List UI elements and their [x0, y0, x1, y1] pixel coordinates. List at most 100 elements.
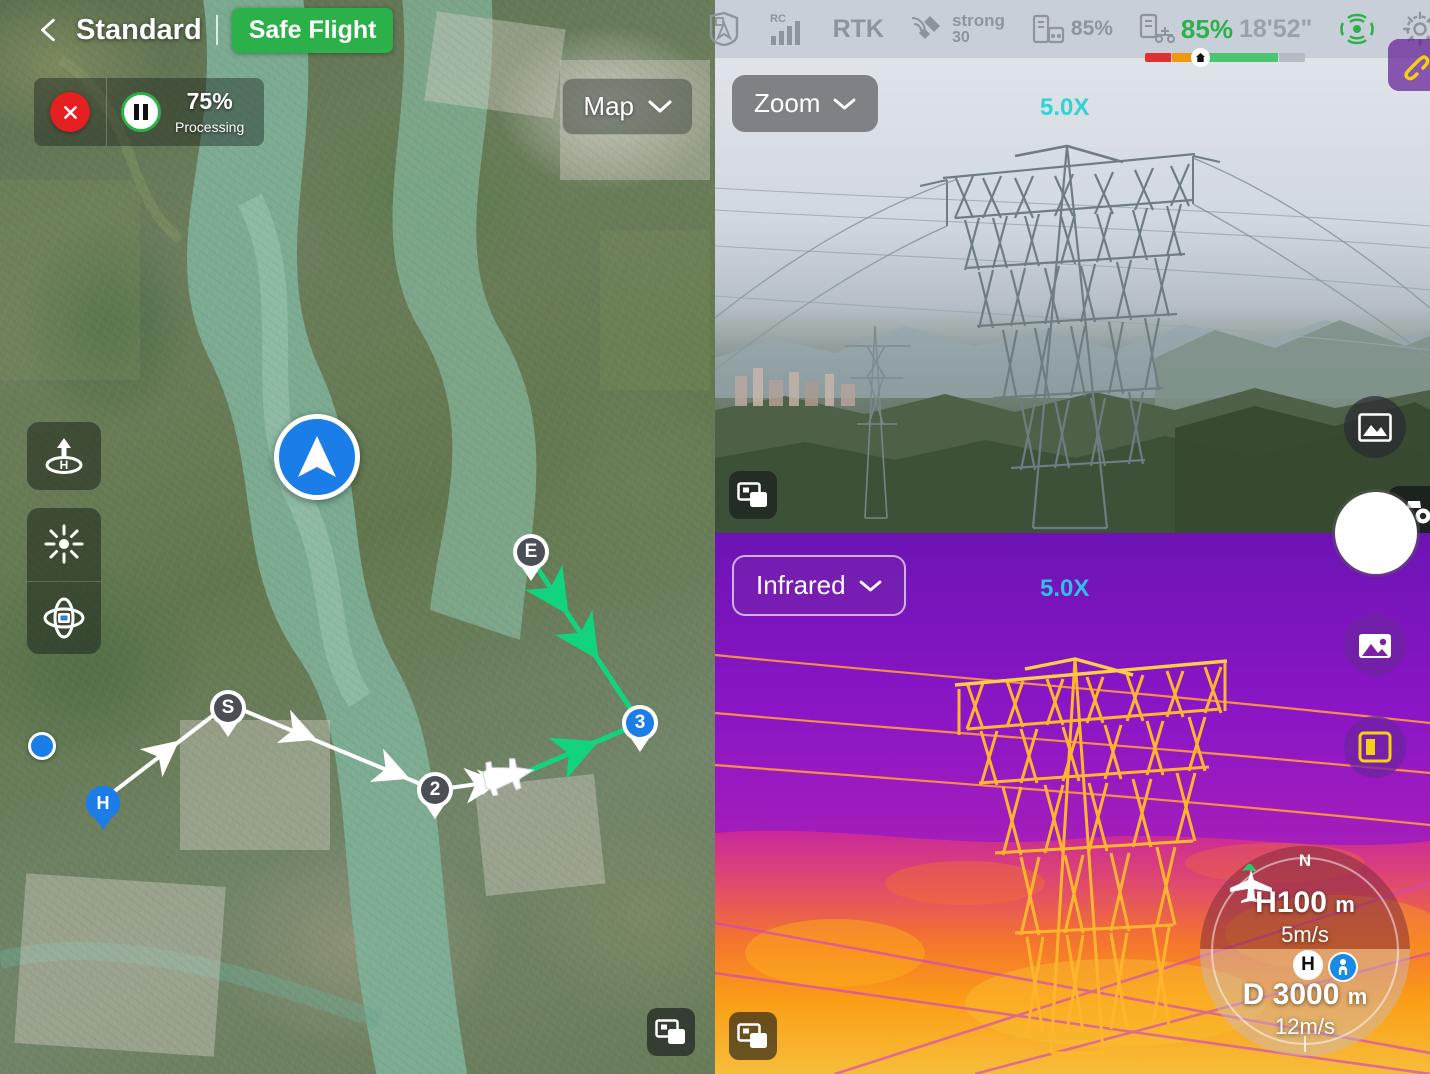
shutter-button[interactable]	[1335, 492, 1417, 574]
split-screen-icon	[1358, 731, 1392, 763]
compass-widget[interactable]: N H100 m 5m/s H D 3000 m 12m/s	[1200, 846, 1410, 1056]
link-chain-icon	[1404, 55, 1430, 81]
person-icon	[1338, 959, 1348, 975]
mission-pause-button[interactable]	[121, 92, 161, 132]
camera-panel: RC RTK strong 30 85% 85% 18'52" Zoom 5.0…	[709, 0, 1430, 1074]
status-flight-area-map[interactable]	[707, 11, 741, 47]
map-type-selector[interactable]: Map	[562, 78, 693, 135]
drone-gcs-app: S 2 3 E H Standard Safe Flight 75% Proce…	[0, 0, 1430, 1074]
map-tools-group	[27, 508, 101, 654]
mission-stop-button[interactable]	[50, 92, 90, 132]
center-map-button[interactable]	[27, 508, 101, 581]
back-chevron-icon[interactable]	[36, 17, 62, 43]
waypoint-3[interactable]: 3	[622, 705, 658, 752]
waypoint-label: 3	[626, 709, 654, 737]
home-marker-label: H	[86, 786, 120, 820]
split-screen-button[interactable]	[1344, 716, 1406, 778]
waypoint-end[interactable]: E	[513, 534, 549, 581]
waypoint-label: S	[214, 694, 242, 722]
locate-sun-icon	[44, 524, 84, 564]
photo-mountain-icon	[1358, 412, 1392, 442]
infrared-zoom-ratio: 5.0X	[1040, 575, 1090, 602]
compass-home-marker: H	[1293, 950, 1323, 980]
aircraft-map-icon	[482, 758, 535, 796]
visible-pip-swap-button[interactable]	[729, 471, 777, 519]
map-panel[interactable]: S 2 3 E H Standard Safe Flight 75% Proce…	[0, 0, 715, 1074]
chevron-down-icon	[648, 100, 672, 113]
compass-north-label: N	[1298, 851, 1312, 870]
pilot-location-dot[interactable]	[28, 732, 56, 760]
drone-heading-marker[interactable]	[274, 414, 360, 500]
photo-gallery-icon	[1359, 633, 1391, 658]
drone-heading-arrow-icon	[298, 436, 336, 477]
visible-mode-label: Zoom	[754, 88, 821, 118]
compass-vertical-speed: 5m/s	[1281, 922, 1329, 947]
status-aircraft-battery[interactable]: 85% 18'52"	[1139, 13, 1313, 67]
divider	[106, 78, 107, 146]
controller-battery-icon	[1032, 14, 1064, 44]
picture-in-picture-swap-icon	[737, 1022, 767, 1048]
status-rtk[interactable]: RTK	[833, 15, 884, 44]
visible-mode-button[interactable]: Zoom	[732, 75, 879, 132]
mission-percent: 75%	[186, 88, 233, 115]
map-texture	[0, 0, 715, 1074]
compass-height: H100 m	[1255, 886, 1355, 919]
visible-gallery-button[interactable]	[1344, 396, 1406, 458]
status-bar: RC RTK strong 30 85% 85% 18'52"	[709, 0, 1430, 67]
status-remote-battery[interactable]: 85%	[1031, 13, 1113, 45]
picture-in-picture-swap-icon	[737, 481, 767, 507]
rth-arrow-icon: H	[45, 438, 83, 474]
status-rc-signal[interactable]: RC	[767, 10, 807, 48]
close-x-icon	[63, 105, 77, 119]
divider	[215, 15, 218, 45]
map-pip-swap-button[interactable]	[647, 1008, 695, 1056]
waypoint-2[interactable]: 2	[417, 772, 453, 819]
rc-signal-bars-icon: RC	[770, 13, 800, 45]
flight-time-remaining: 18'52"	[1238, 14, 1313, 43]
mission-text-group: 75% Processing	[175, 89, 264, 134]
house-icon	[1195, 53, 1205, 62]
infrared-gallery-button[interactable]	[1344, 614, 1406, 676]
picture-in-picture-swap-icon	[655, 1018, 685, 1044]
chevron-down-icon	[834, 98, 856, 109]
gnss-count: 30	[952, 28, 970, 46]
map-top-bar: Standard Safe Flight	[0, 0, 715, 60]
mission-progress-widget: 75% Processing	[34, 78, 265, 146]
return-to-home-button[interactable]: H	[27, 422, 101, 490]
svg-text:H: H	[60, 458, 69, 472]
infrared-mode-button[interactable]: Infrared	[732, 555, 906, 616]
safe-flight-badge[interactable]: Safe Flight	[231, 7, 394, 53]
remote-battery-percent: 85%	[1070, 17, 1113, 40]
chevron-down-icon	[859, 580, 882, 591]
infrared-mode-label: Infrared	[756, 570, 846, 600]
orbit-camera-icon	[43, 597, 85, 639]
pause-icon	[143, 104, 148, 120]
link-button[interactable]	[1388, 39, 1430, 91]
transmission-antenna-icon	[1340, 13, 1375, 45]
orbit-view-button[interactable]	[27, 580, 101, 655]
waypoint-label: E	[517, 538, 545, 566]
aircraft-battery-icon	[1139, 13, 1175, 43]
status-gnss[interactable]: strong 30	[910, 12, 1005, 46]
home-threshold-marker	[1190, 48, 1210, 67]
visible-zoom-ratio: 5.0X	[1040, 94, 1090, 121]
visible-camera-view[interactable]: Zoom 5.0X	[715, 58, 1430, 533]
home-marker[interactable]: H	[86, 786, 120, 830]
compass-distance: D 3000 m	[1242, 978, 1368, 1011]
flight-mode-label: Standard	[76, 13, 202, 46]
infrared-pip-swap-button[interactable]	[729, 1012, 777, 1060]
aircraft-battery-percent: 85%	[1180, 13, 1233, 44]
pause-icon	[134, 104, 139, 120]
battery-bar	[1144, 53, 1305, 62]
map-type-label: Map	[583, 91, 634, 121]
compass-horizontal-speed: 12m/s	[1275, 1014, 1335, 1039]
satellite-icon	[911, 16, 940, 39]
waypoint-label: 2	[421, 776, 449, 804]
status-transmission[interactable]	[1338, 10, 1376, 48]
mission-status: Processing	[175, 118, 245, 135]
svg-text:RC: RC	[770, 13, 786, 25]
gnss-quality: strong	[952, 11, 1005, 31]
waypoint-start[interactable]: S	[210, 690, 246, 737]
shield-map-icon	[709, 11, 738, 47]
rtk-label: RTK	[832, 14, 884, 43]
